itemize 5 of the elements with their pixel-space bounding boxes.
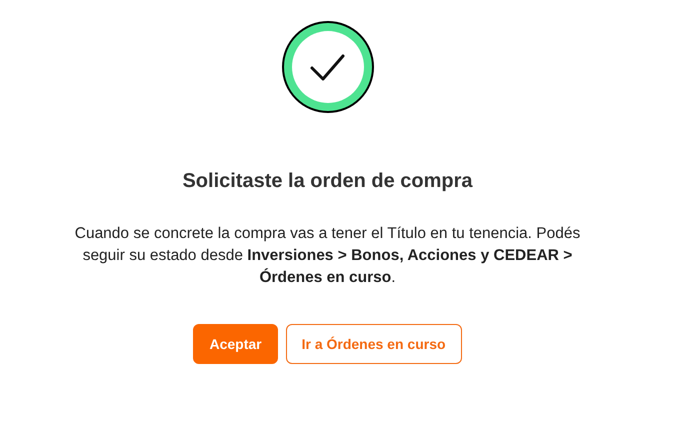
message: Cuando se concrete la compra vas a tener el Título en tu tenencia. Podés seguir su estado desde Inversiones > Bonos, Acciones y CEDEAR > Órdenes en curso.	[74, 224, 582, 288]
accept-button[interactable]: Aceptar	[193, 324, 278, 364]
success-check-icon	[280, 19, 376, 115]
orders-button[interactable]: Ir a Órdenes en curso	[286, 324, 462, 364]
title: Solicitaste la orden de compra	[182, 170, 473, 193]
